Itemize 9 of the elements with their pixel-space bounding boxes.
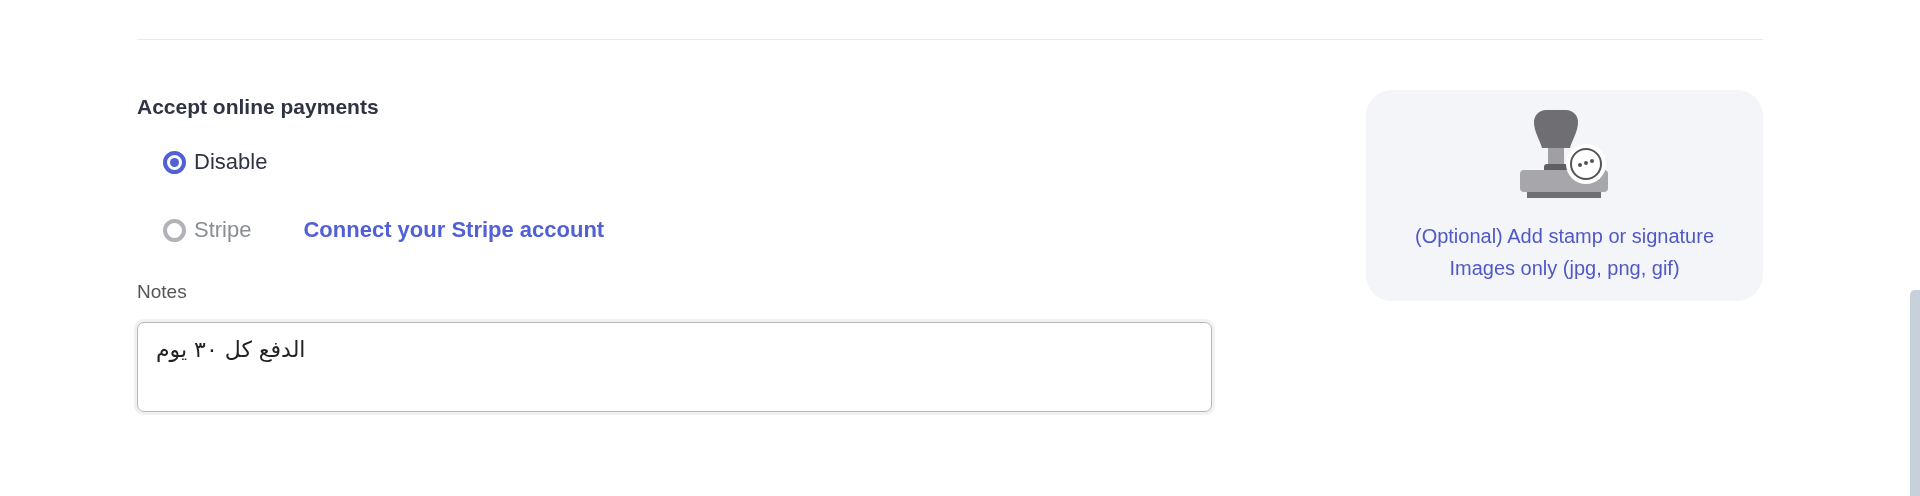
section-heading: Accept online payments xyxy=(137,95,380,119)
notes-field[interactable]: الدفع كل ٣٠ يوم xyxy=(137,322,1212,412)
field-label: Notes xyxy=(137,281,188,303)
radio-button[interactable] xyxy=(163,150,186,174)
upload-hint: (Optional) Add stamp or signature xyxy=(1414,224,1714,249)
scrollbar-thumb[interactable] xyxy=(1910,290,1920,496)
stamp-upload-area[interactable]: (Optional) Add stamp or signature Images only (jpg, png, gif) xyxy=(1366,90,1763,301)
radio-label[interactable]: Disable xyxy=(194,149,268,175)
upload-hint: Images only (jpg, png, gif) xyxy=(1449,256,1680,281)
